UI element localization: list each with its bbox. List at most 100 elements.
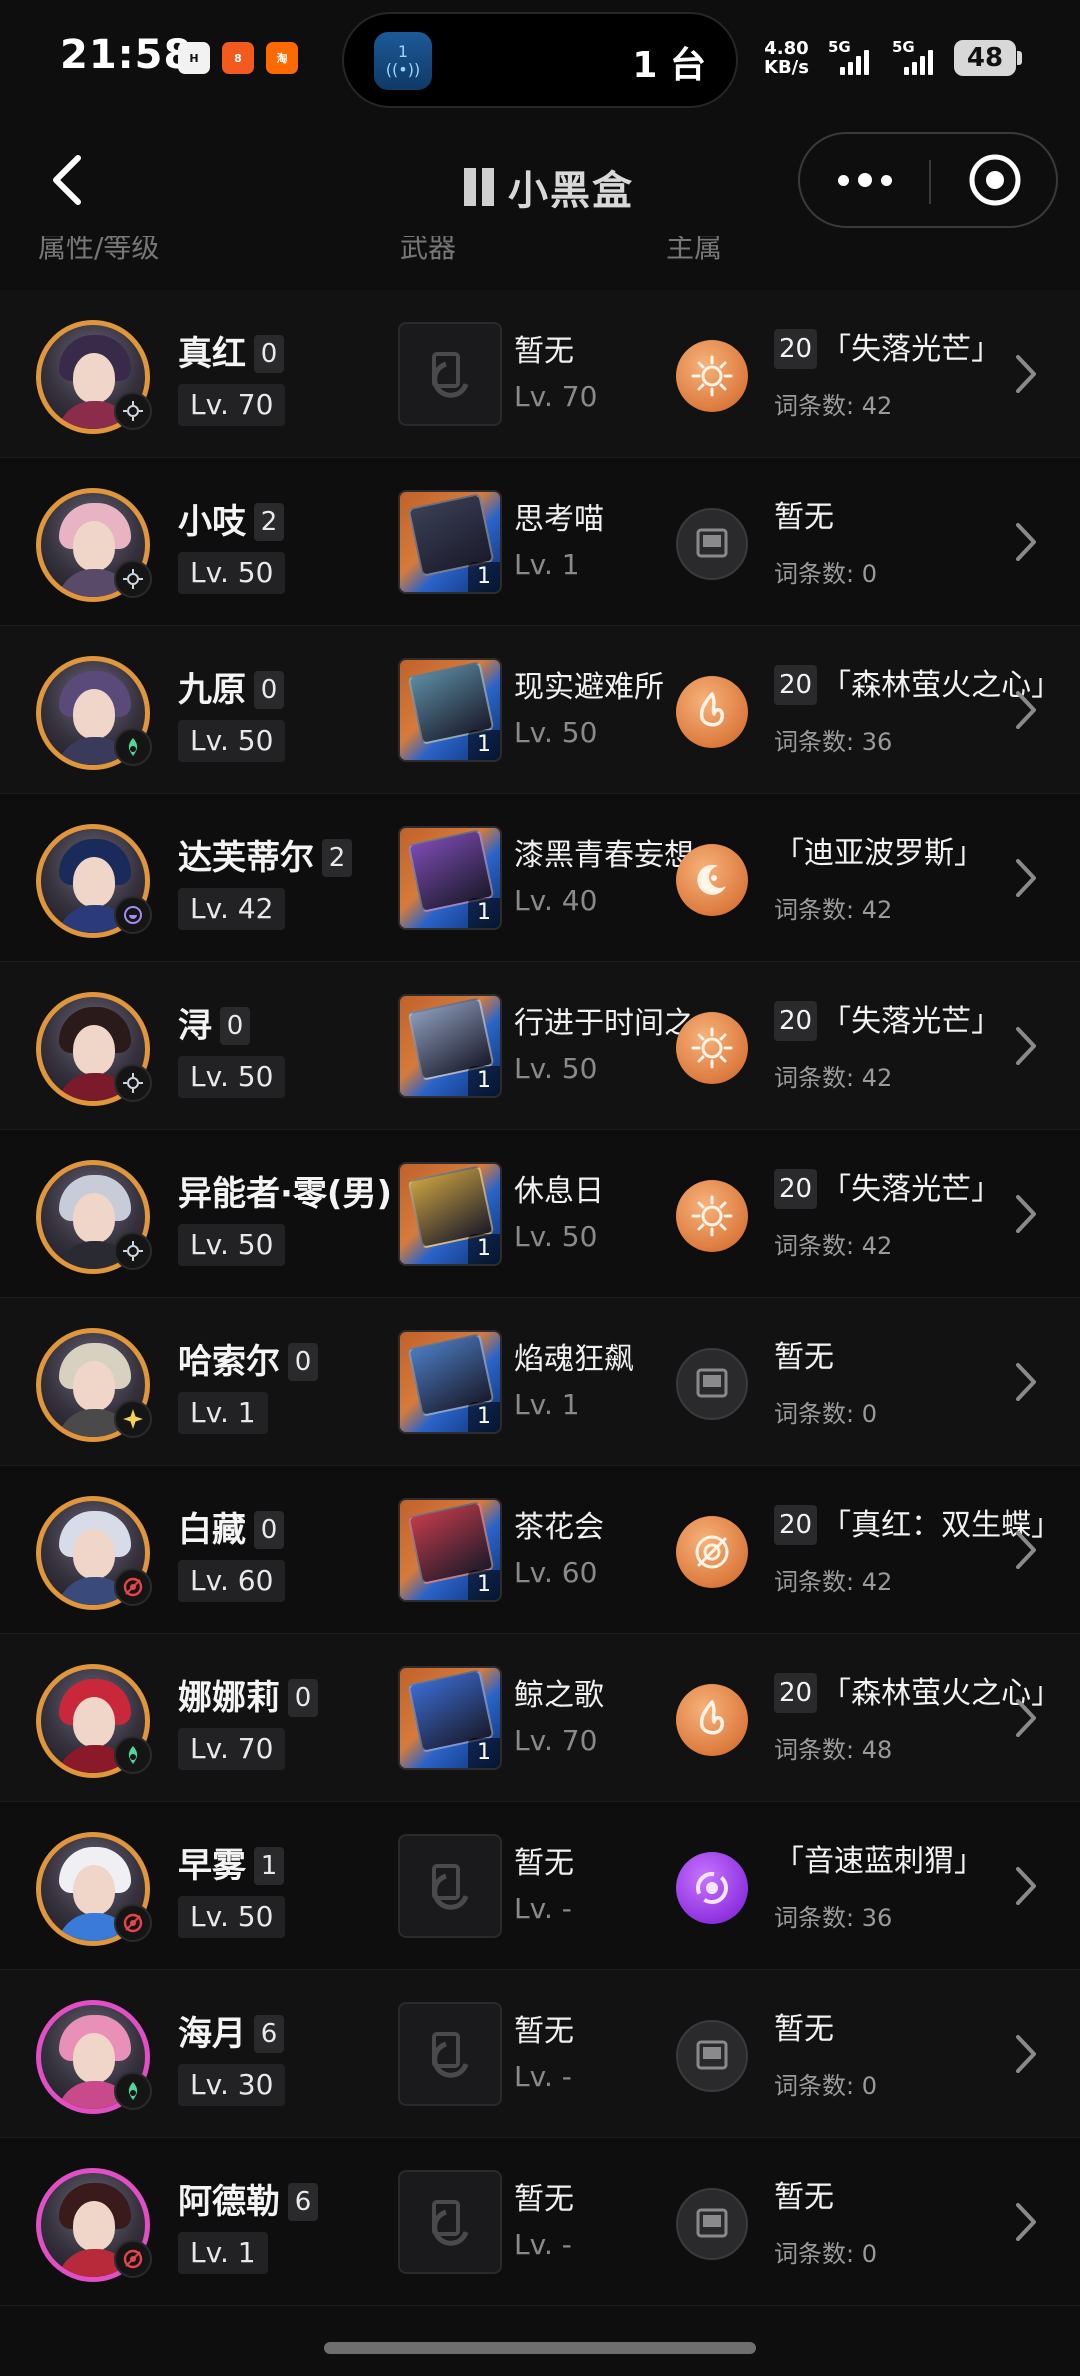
character-row[interactable]: 真红 0 Lv. 70 暂无 Lv. 70 20 「失落光芒」 词条数: 42 bbox=[0, 290, 1080, 458]
abundance-path-icon bbox=[114, 2072, 152, 2110]
relic-set-sun-icon bbox=[676, 1012, 748, 1084]
light-cone-name: 鲸之歌 bbox=[514, 1678, 604, 1713]
mini-program-capsule bbox=[798, 132, 1058, 228]
chevron-right-icon bbox=[1016, 1867, 1036, 1905]
character-name-text: 九原 bbox=[178, 670, 246, 710]
light-cone-icon: 1 bbox=[398, 1498, 502, 1602]
light-cone-icon: 1 bbox=[398, 1162, 502, 1266]
character-row[interactable]: 娜娜莉 0 Lv. 70 1 鲸之歌 Lv. 70 20 「森林萤火之心」 词条数:… bbox=[0, 1634, 1080, 1802]
light-cone-rank: 1 bbox=[468, 898, 500, 928]
eidolon-badge: 0 bbox=[220, 1007, 250, 1045]
character-row[interactable]: 异能者·零(男) Lv. 50 1 休息日 Lv. 50 20 「失落光芒」 词条… bbox=[0, 1130, 1080, 1298]
relic-set: 20 「失落光芒」 bbox=[774, 1164, 1001, 1209]
chevron-right-icon bbox=[1016, 859, 1036, 897]
relic-substat-count: 词条数: 0 bbox=[774, 2072, 877, 2100]
light-cone-icon: 1 bbox=[398, 826, 502, 930]
column-headers: 属性/等级 武器 主属 bbox=[0, 236, 1080, 262]
header-attribute-level: 属性/等级 bbox=[38, 236, 160, 262]
relic-set-name: 「音速蓝刺猬」 bbox=[774, 1844, 984, 1879]
character-name-text: 海月 bbox=[178, 2014, 246, 2054]
row-detail-button[interactable] bbox=[1006, 850, 1046, 906]
more-button[interactable] bbox=[800, 134, 929, 226]
light-cone-name: 焰魂狂飙 bbox=[514, 1342, 634, 1377]
row-detail-button[interactable] bbox=[1006, 2194, 1046, 2250]
character-row[interactable]: 海月 6 Lv. 30 暂无 Lv. - 暂无 词条数: 0 bbox=[0, 1970, 1080, 2138]
relic-count-badge: 20 bbox=[774, 1673, 818, 1713]
light-cone-rank: 1 bbox=[468, 1066, 500, 1096]
chevron-right-icon bbox=[1016, 2035, 1036, 2073]
light-cone-level: Lv. 50 bbox=[514, 1220, 598, 1253]
row-detail-button[interactable] bbox=[1006, 514, 1046, 570]
row-detail-button[interactable] bbox=[1006, 1858, 1046, 1914]
character-name: 白藏 0 bbox=[178, 1502, 284, 1551]
relic-set: 「音速蓝刺猬」 bbox=[774, 1836, 984, 1880]
home-indicator[interactable] bbox=[324, 2342, 756, 2354]
relic-set-name: 暂无 bbox=[774, 1340, 834, 1375]
character-row[interactable]: 哈索尔 0 Lv. 1 1 焰魂狂飙 Lv. 1 暂无 词条数: 0 bbox=[0, 1298, 1080, 1466]
back-button[interactable] bbox=[38, 150, 98, 210]
eidolon-badge: 2 bbox=[322, 839, 352, 877]
character-row[interactable]: 九原 0 Lv. 50 1 现实避难所 Lv. 50 20 「森林萤火之心」 词条数… bbox=[0, 626, 1080, 794]
row-detail-button[interactable] bbox=[1006, 1522, 1046, 1578]
chevron-right-icon bbox=[1016, 355, 1036, 393]
light-cone-name: 暂无 bbox=[514, 2182, 574, 2217]
light-cone-rank: 1 bbox=[468, 730, 500, 760]
character-level: Lv. 1 bbox=[178, 1392, 268, 1434]
light-cone-icon: 1 bbox=[398, 1330, 502, 1434]
character-row[interactable]: 白藏 0 Lv. 60 1 茶花会 Lv. 60 20 「真红：双生蝶」 词条数: … bbox=[0, 1466, 1080, 1634]
light-cone-level: Lv. 1 bbox=[514, 1388, 580, 1421]
character-row[interactable]: 阿德勒 6 Lv. 1 暂无 Lv. - 暂无 词条数: 0 bbox=[0, 2138, 1080, 2306]
dynamic-island[interactable]: 1 ((•)) 1 台 bbox=[342, 12, 738, 108]
chevron-right-icon bbox=[1016, 1027, 1036, 1065]
character-level: Lv. 50 bbox=[178, 1224, 286, 1266]
eidolon-badge: 2 bbox=[254, 503, 284, 541]
chevron-right-icon bbox=[1016, 691, 1036, 729]
relic-substat-count: 词条数: 48 bbox=[774, 1736, 893, 1764]
eidolon-badge: 0 bbox=[288, 1343, 318, 1381]
light-cone-name: 漆黑青春妄想 bbox=[514, 838, 692, 873]
row-detail-button[interactable] bbox=[1006, 1018, 1046, 1074]
character-name: 真红 0 bbox=[178, 326, 284, 375]
character-level: Lv. 60 bbox=[178, 1560, 286, 1602]
erudition-path-icon bbox=[114, 1232, 152, 1270]
light-cone-icon: 1 bbox=[398, 658, 502, 762]
character-name-text: 小吱 bbox=[178, 502, 246, 542]
chevron-left-icon bbox=[53, 155, 81, 205]
relic-count-badge: 20 bbox=[774, 1505, 818, 1545]
relic-set-moon-icon bbox=[676, 844, 748, 916]
relic-count-badge: 20 bbox=[774, 1169, 818, 1209]
light-cone-level: Lv. 40 bbox=[514, 884, 598, 917]
row-detail-button[interactable] bbox=[1006, 1186, 1046, 1242]
light-cone-name: 暂无 bbox=[514, 1846, 574, 1881]
row-detail-button[interactable] bbox=[1006, 1354, 1046, 1410]
relic-set: 暂无 bbox=[774, 2004, 834, 2048]
light-cone-icon bbox=[398, 322, 502, 426]
light-cone-level: Lv. - bbox=[514, 1892, 572, 1925]
row-detail-button[interactable] bbox=[1006, 346, 1046, 402]
light-cone-rank: 1 bbox=[468, 562, 500, 592]
close-button[interactable] bbox=[931, 134, 1058, 226]
character-name-text: 白藏 bbox=[178, 1510, 246, 1550]
row-detail-button[interactable] bbox=[1006, 1690, 1046, 1746]
light-cone-icon: 1 bbox=[398, 1666, 502, 1770]
row-detail-button[interactable] bbox=[1006, 682, 1046, 738]
relic-set-name: 暂无 bbox=[774, 500, 834, 535]
heybox-logo-icon bbox=[464, 168, 494, 206]
relic-set-empty-icon bbox=[676, 508, 748, 580]
character-row[interactable]: 达芙蒂尔 2 Lv. 42 1 漆黑青春妄想 Lv. 40 「迪亚波罗斯」 词条数… bbox=[0, 794, 1080, 962]
header-weapon: 武器 bbox=[400, 236, 457, 262]
island-badge: 1 bbox=[397, 42, 409, 62]
destruction-path-icon bbox=[114, 1904, 152, 1942]
relic-substat-count: 词条数: 42 bbox=[774, 1232, 893, 1260]
light-cone-rank: 1 bbox=[468, 1738, 500, 1768]
relic-set: 20 「失落光芒」 bbox=[774, 324, 1001, 369]
battery-icon: 48 bbox=[954, 40, 1016, 76]
character-list: 真红 0 Lv. 70 暂无 Lv. 70 20 「失落光芒」 词条数: 42 小吱… bbox=[0, 290, 1080, 2306]
character-row[interactable]: 早雾 1 Lv. 50 暂无 Lv. - 「音速蓝刺猬」 词条数: 36 bbox=[0, 1802, 1080, 1970]
character-row[interactable]: 小吱 2 Lv. 50 1 思考喵 Lv. 1 暂无 词条数: 0 bbox=[0, 458, 1080, 626]
character-level: Lv. 50 bbox=[178, 720, 286, 762]
character-row[interactable]: 浔0 Lv. 50 1 行进于时间之外 Lv. 50 20「失落光芒」 词条数:… bbox=[0, 962, 1080, 1130]
row-detail-button[interactable] bbox=[1006, 2026, 1046, 2082]
notification-icons: H 8 淘 bbox=[178, 42, 298, 74]
relic-count-badge: 20 bbox=[774, 329, 818, 369]
